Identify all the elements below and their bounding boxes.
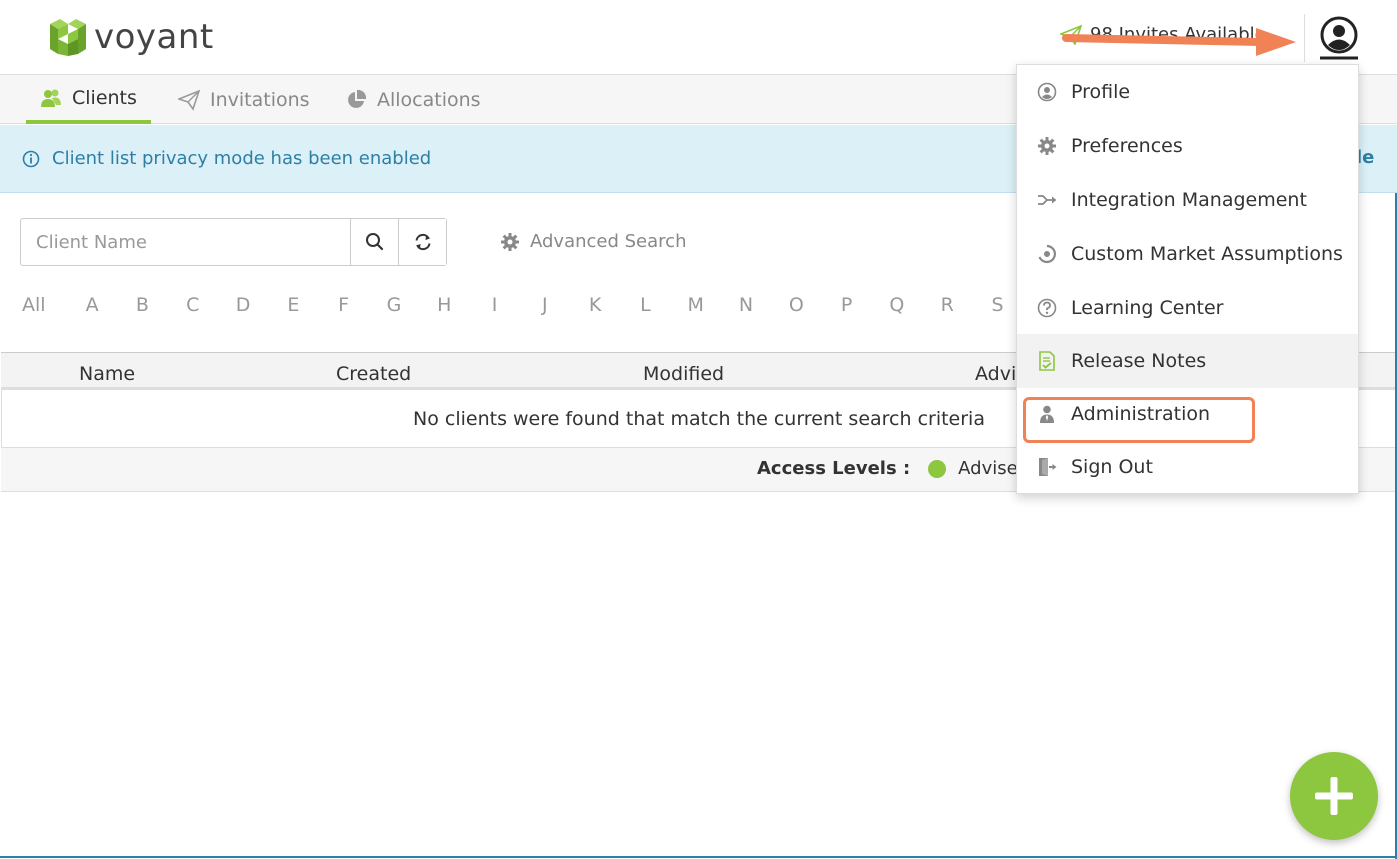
menu-item-learning-center[interactable]: Learning Center [1017, 281, 1358, 335]
alpha-filter-letter[interactable]: O [771, 294, 821, 316]
alpha-filter-letter[interactable]: I [469, 294, 519, 316]
tab-label: Allocations [377, 88, 481, 111]
advanced-search-link[interactable]: Advanced Search [500, 231, 686, 252]
access-levels-label: Access Levels : [757, 458, 911, 479]
alpha-filter-letter[interactable]: Q [872, 294, 922, 316]
pie-chart-icon [348, 89, 367, 108]
shuffle-arrow-icon [1038, 195, 1057, 205]
column-header-created[interactable]: Created [336, 363, 411, 385]
invites-label: 98 Invites Available [1090, 24, 1266, 45]
advanced-search-label: Advanced Search [530, 231, 687, 252]
invites-available-link[interactable]: 98 Invites Available [1060, 24, 1266, 45]
user-menu-dropdown: Profile Preferences Integration Manageme… [1016, 64, 1359, 494]
menu-item-preferences[interactable]: Preferences [1017, 119, 1358, 173]
menu-item-label: Release Notes [1071, 350, 1207, 372]
tab-label: Invitations [210, 88, 310, 111]
alpha-filter-letter[interactable]: J [520, 294, 570, 316]
paper-plane-icon [178, 89, 200, 111]
column-header-modified[interactable]: Modified [643, 363, 724, 385]
alpha-filter-letter[interactable]: C [168, 294, 218, 316]
menu-item-integration-management[interactable]: Integration Management [1017, 173, 1358, 227]
alpha-filter-letter[interactable]: A [67, 294, 117, 316]
menu-item-custom-market-assumptions[interactable]: Custom Market Assumptions [1017, 227, 1358, 281]
alpha-filter-letter[interactable]: N [721, 294, 771, 316]
client-search [20, 218, 447, 266]
user-circle-icon [1037, 82, 1057, 102]
add-client-button[interactable] [1290, 752, 1378, 840]
user-account-icon[interactable] [1318, 16, 1360, 60]
menu-item-administration[interactable]: Administration [1017, 387, 1358, 441]
adviser-dot-icon [928, 459, 947, 478]
menu-item-sign-out[interactable]: Sign Out [1017, 440, 1358, 494]
alpha-filter-letter[interactable]: F [318, 294, 368, 316]
info-icon [22, 150, 40, 167]
menu-item-profile[interactable]: Profile [1017, 65, 1358, 119]
alpha-filter-all[interactable]: All [22, 294, 67, 316]
tab-label: Clients [72, 86, 137, 109]
alert-text: Client list privacy mode has been enable… [52, 148, 432, 169]
window-edge [0, 856, 1397, 858]
menu-item-label: Learning Center [1071, 297, 1224, 319]
menu-item-label: Profile [1071, 81, 1131, 103]
alpha-filter-letter[interactable]: K [570, 294, 620, 316]
alpha-filter-letter[interactable]: P [821, 294, 871, 316]
menu-item-label: Custom Market Assumptions [1071, 243, 1343, 265]
refresh-button[interactable] [398, 219, 446, 265]
column-header-adviser[interactable]: Advi [975, 363, 1016, 385]
tab-allocations[interactable]: Allocations [331, 75, 495, 124]
menu-item-release-notes[interactable]: Release Notes [1017, 334, 1358, 388]
gear-icon [1038, 137, 1056, 155]
paper-plane-icon [1060, 24, 1082, 45]
users-icon [41, 89, 61, 107]
menu-item-label: Integration Management [1071, 189, 1307, 211]
column-header-name[interactable]: Name [79, 363, 135, 385]
alpha-filter-letter[interactable]: R [922, 294, 972, 316]
question-circle-icon [1037, 298, 1057, 318]
menu-item-label: Sign Out [1071, 456, 1153, 478]
alpha-filter-letter[interactable]: H [419, 294, 469, 316]
menu-item-label: Administration [1071, 403, 1211, 425]
logo-text: voyant [94, 17, 214, 57]
tab-invitations[interactable]: Invitations [164, 75, 324, 124]
empty-message: No clients were found that match the cur… [413, 407, 985, 430]
sign-out-icon [1039, 458, 1057, 476]
alpha-filter-letter[interactable]: E [268, 294, 318, 316]
document-check-icon [1039, 351, 1055, 371]
refresh-icon [415, 233, 430, 251]
header-divider [1304, 14, 1305, 62]
client-name-input[interactable] [21, 219, 350, 265]
tab-clients[interactable]: Clients [26, 75, 151, 124]
alpha-filter-letter[interactable]: D [218, 294, 268, 316]
menu-item-label: Preferences [1071, 135, 1183, 157]
alpha-filter-letter[interactable]: G [369, 294, 419, 316]
voyant-logo[interactable]: voyant [48, 16, 214, 58]
alpha-filter-letter[interactable]: L [620, 294, 670, 316]
plus-icon [1315, 777, 1353, 815]
access-levels-legend: Access Levels : Adviser [757, 458, 1025, 479]
alpha-filter-letter[interactable]: M [671, 294, 721, 316]
spinner-icon [1038, 244, 1056, 264]
alpha-filter-letter[interactable]: B [117, 294, 167, 316]
voyant-logo-icon [50, 19, 86, 56]
search-icon [365, 233, 383, 251]
alphabet-filter: All A B C D E F G H I J K L M N O P Q R … [22, 294, 1023, 316]
search-button[interactable] [350, 219, 398, 265]
gear-icon [501, 232, 519, 251]
admin-user-icon [1040, 405, 1054, 423]
